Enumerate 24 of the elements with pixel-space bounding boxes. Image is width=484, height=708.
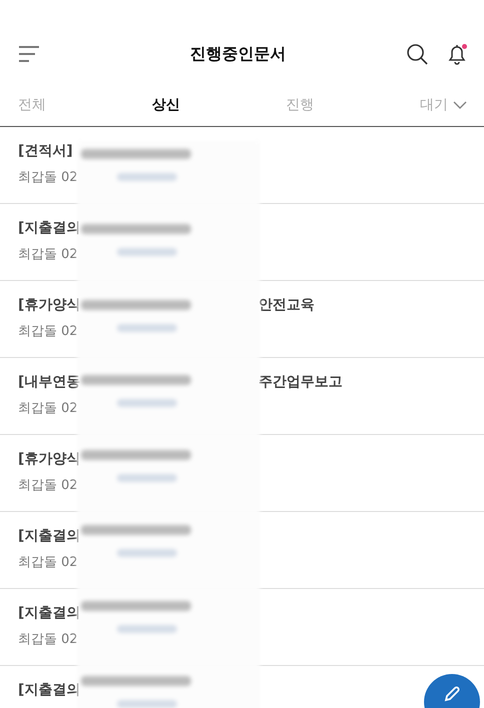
document-meta: 최갑돌 02 <box>18 554 79 571</box>
search-icon[interactable] <box>406 43 428 65</box>
document-title[interactable]: 안전교육 <box>258 296 314 314</box>
document-title[interactable]: [견적서] <box>18 142 73 160</box>
document-meta: 최갑돌 02 <box>18 631 79 648</box>
document-meta: 최갑돌 02 <box>18 246 79 263</box>
pencil-icon <box>442 684 462 704</box>
tab[interactable]: 상신 <box>152 96 180 114</box>
chevron-down-icon[interactable] <box>452 100 468 110</box>
document-title[interactable]: [내부연동 <box>18 373 80 391</box>
document-title[interactable]: [휴가양식 <box>18 296 80 314</box>
document-title[interactable]: [휴가양식 <box>18 450 80 468</box>
menu-icon[interactable] <box>18 45 40 63</box>
document-meta: 최갑돌 02 <box>18 323 79 340</box>
document-title[interactable]: [지출결의 <box>18 219 80 237</box>
page-title: 진행중인문서 <box>189 44 287 64</box>
document-title[interactable]: [지출결의 <box>18 681 80 699</box>
document-meta: 최갑돌 02 <box>18 400 79 417</box>
document-title[interactable]: [지출결의 <box>18 604 80 622</box>
document-title[interactable]: [지출결의 <box>18 527 80 545</box>
document-meta: 최갑돌 02 <box>18 169 79 186</box>
document-title[interactable]: 주간업무보고 <box>258 373 342 391</box>
bell-icon[interactable] <box>446 43 468 65</box>
document-meta: 최갑돌 02 <box>18 477 79 494</box>
